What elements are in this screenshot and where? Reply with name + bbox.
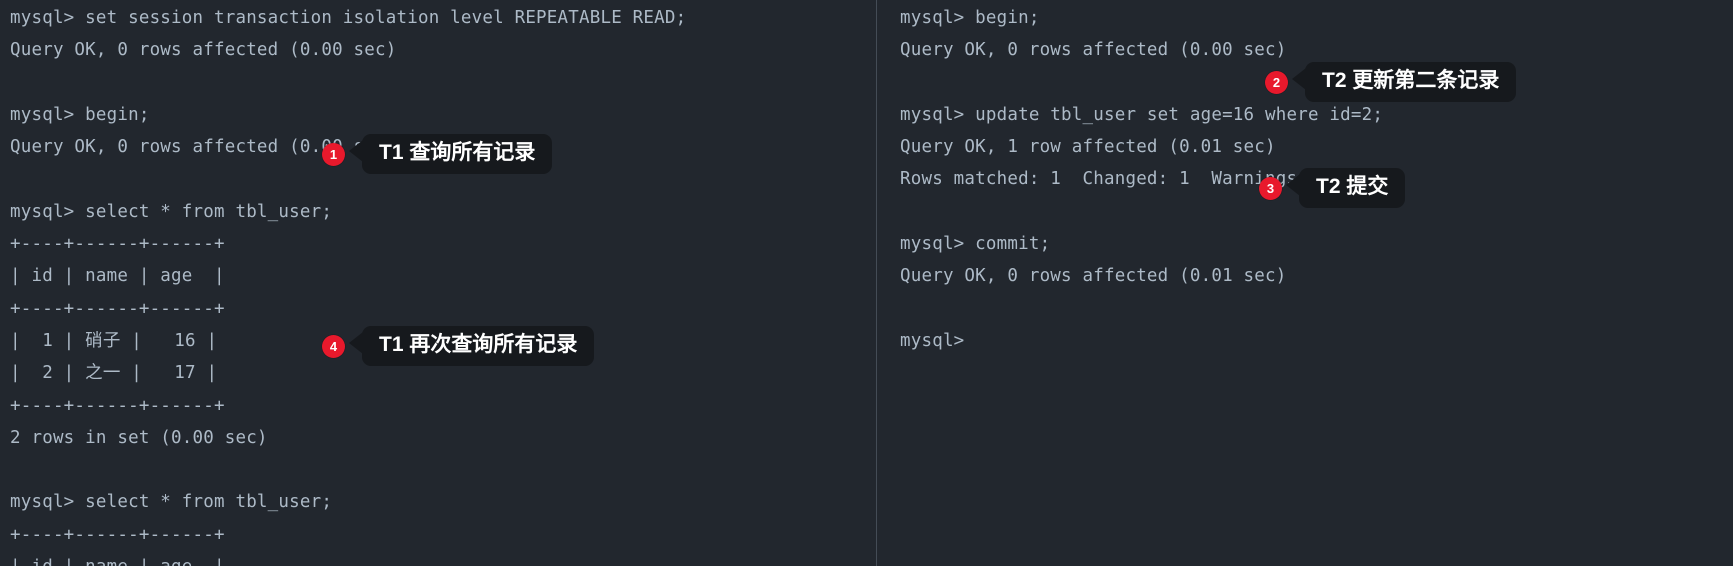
callout-bubble-group: T1 再次查询所有记录: [349, 325, 595, 367]
terminal-line: Query OK, 1 row affected (0.01 sec): [900, 137, 1276, 158]
pane-divider: [876, 0, 877, 566]
callout-label: T1 再次查询所有记录: [362, 325, 595, 367]
callout-t1-select-again: 4 T1 再次查询所有记录: [322, 325, 595, 367]
terminal-line: | id | name | age |: [10, 551, 876, 566]
step-number-badge: 1: [322, 142, 345, 166]
terminal-line: mysql> set session transaction isolation…: [10, 8, 687, 28]
terminal-line: mysql> commit;: [900, 234, 1051, 255]
terminal-line: mysql> select * from tbl_user;: [10, 492, 333, 513]
callout-label: T1 查询所有记录: [362, 133, 553, 175]
terminal-line: 2 rows in set (0.00 sec): [10, 427, 268, 448]
terminal-line: +----+------+------+: [10, 298, 225, 319]
callout-pointer-icon: [1292, 68, 1306, 90]
callout-bubble-group: T2 更新第二条记录: [1292, 61, 1517, 103]
terminal-line: +----+------+------+: [10, 395, 225, 416]
terminal-line: mysql> select * from tbl_user;: [10, 201, 333, 222]
callout-bubble-group: T2 提交: [1286, 167, 1406, 209]
terminal-line: +----+------+------+: [10, 234, 225, 255]
terminal-line: mysql> begin;: [900, 8, 1040, 28]
callout-t1-select-all: 1 T1 查询所有记录: [322, 133, 553, 175]
callout-t2-commit: 3 T2 提交: [1259, 167, 1406, 209]
terminal-line: Query OK, 0 rows affected (0.01 sec): [900, 266, 1287, 287]
callout-label: T2 更新第二条记录: [1305, 61, 1517, 103]
terminal-line: | id | name | age |: [10, 266, 225, 287]
callout-t2-update-second: 2 T2 更新第二条记录: [1265, 61, 1517, 103]
terminal-line: +----+------+------+: [10, 524, 225, 545]
terminal-line: mysql>: [900, 330, 965, 351]
callout-pointer-icon: [349, 140, 363, 162]
callout-pointer-icon: [1286, 174, 1300, 196]
callout-bubble-group: T1 查询所有记录: [349, 133, 553, 175]
step-number-badge: 3: [1259, 176, 1282, 200]
screenshot-root: mysql> set session transaction isolation…: [0, 0, 1733, 566]
terminal-line: Query OK, 0 rows affected (0.00 sec): [10, 40, 397, 61]
terminal-line: mysql> begin;: [10, 104, 150, 125]
transaction-t1-terminal[interactable]: mysql> set session transaction isolation…: [10, 0, 876, 566]
callout-label: T2 提交: [1299, 167, 1406, 209]
terminal-output-t1: mysql> set session transaction isolation…: [10, 0, 876, 566]
callout-pointer-icon: [349, 332, 363, 354]
step-number-badge: 4: [322, 334, 345, 358]
terminal-line: mysql> update tbl_user set age=16 where …: [900, 104, 1384, 125]
step-number-badge: 2: [1265, 70, 1288, 94]
